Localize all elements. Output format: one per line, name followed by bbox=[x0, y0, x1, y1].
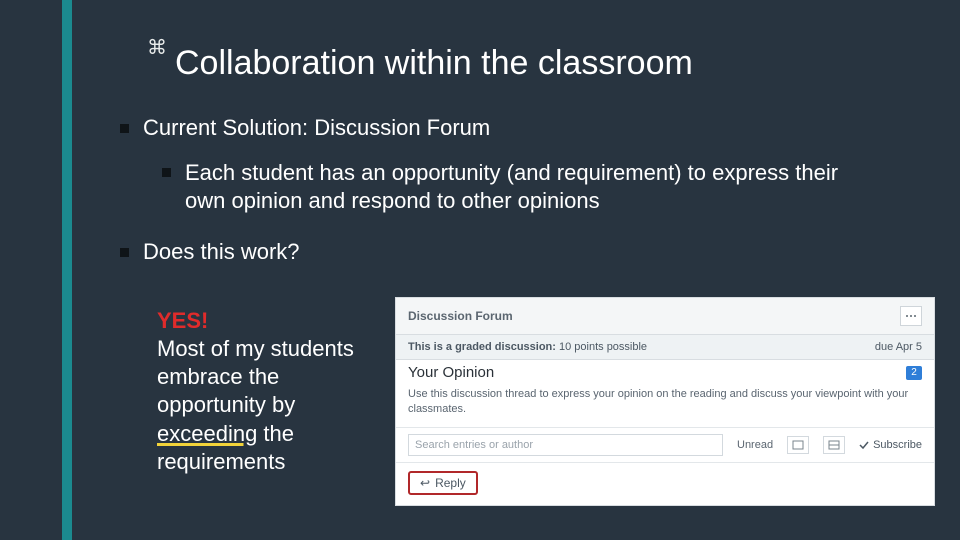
accent-bar bbox=[62, 0, 72, 540]
check-icon bbox=[859, 440, 869, 450]
graded-rest: 10 points possible bbox=[556, 341, 647, 353]
subscribe-button[interactable]: Subscribe bbox=[859, 439, 922, 451]
due-date: due Apr 5 bbox=[875, 341, 922, 353]
answer-line1: Most of my students embrace the opportun… bbox=[157, 336, 354, 417]
bullet-text: Does this work? bbox=[143, 239, 300, 265]
decorative-mark: ⌘ bbox=[147, 35, 163, 60]
reply-row: ↩ Reply bbox=[396, 463, 934, 505]
toolbar-icon-2[interactable] bbox=[823, 436, 845, 454]
bullet-level1: Current Solution: Discussion Forum bbox=[120, 115, 910, 141]
reply-button[interactable]: ↩ Reply bbox=[408, 471, 478, 495]
graded-bar: This is a graded discussion: 10 points p… bbox=[396, 335, 934, 360]
subscribe-label: Subscribe bbox=[873, 439, 922, 451]
opinion-row: Your Opinion 2 bbox=[396, 360, 934, 383]
bullet-text: Current Solution: Discussion Forum bbox=[143, 115, 490, 141]
answer-yes: YES! bbox=[157, 308, 208, 333]
search-input[interactable]: Search entries or author bbox=[408, 434, 723, 456]
more-menu-button[interactable] bbox=[900, 306, 922, 326]
bullet-square-icon bbox=[162, 168, 171, 177]
bullet-level1: Does this work? bbox=[120, 239, 910, 265]
bullet-text: Each student has an opportunity (and req… bbox=[185, 159, 862, 215]
bullet-square-icon bbox=[120, 124, 129, 133]
unread-badge: 2 bbox=[906, 366, 922, 380]
opinion-description: Use this discussion thread to express yo… bbox=[396, 383, 934, 428]
slide: ⌘ Collaboration within the classroom Cur… bbox=[0, 0, 960, 540]
graded-bold: This is a graded discussion: bbox=[408, 341, 556, 353]
opinion-title: Your Opinion bbox=[408, 364, 494, 381]
bullet-level2: Each student has an opportunity (and req… bbox=[162, 159, 862, 215]
reply-label: Reply bbox=[435, 476, 466, 490]
content-area: Current Solution: Discussion Forum Each … bbox=[120, 115, 910, 283]
forum-header-title: Discussion Forum bbox=[408, 309, 513, 323]
answer-block: YES! Most of my students embrace the opp… bbox=[157, 307, 377, 476]
forum-header: Discussion Forum bbox=[396, 298, 934, 335]
forum-screenshot: Discussion Forum This is a graded discus… bbox=[395, 297, 935, 506]
answer-exceeding: exceeding bbox=[157, 421, 257, 446]
unread-filter[interactable]: Unread bbox=[737, 439, 773, 451]
slide-title: Collaboration within the classroom bbox=[175, 44, 693, 83]
reply-arrow-icon: ↩ bbox=[420, 476, 430, 490]
graded-text: This is a graded discussion: 10 points p… bbox=[408, 341, 647, 353]
bullet-square-icon bbox=[120, 248, 129, 257]
forum-toolbar: Search entries or author Unread Subscrib… bbox=[396, 428, 934, 463]
toolbar-icon-1[interactable] bbox=[787, 436, 809, 454]
